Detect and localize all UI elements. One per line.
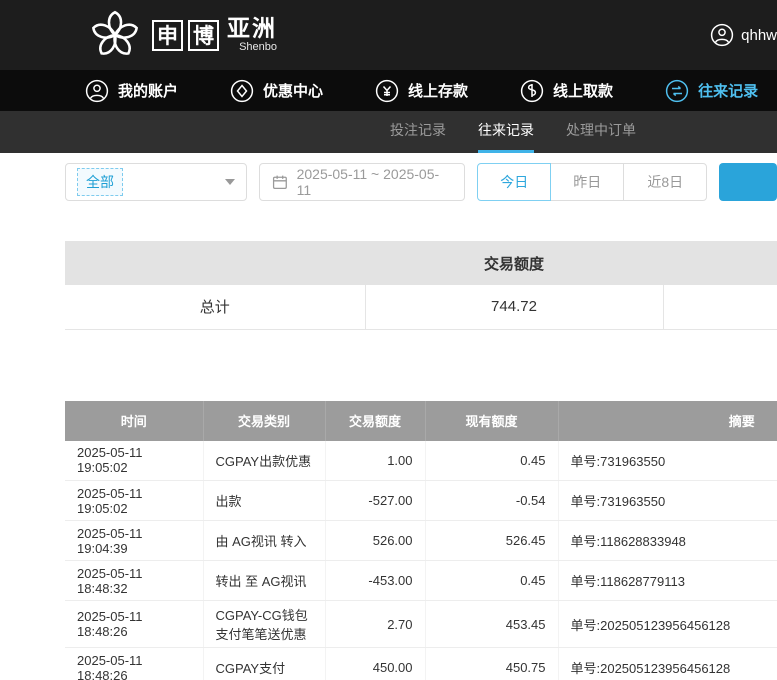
nav-item-label: 往来记录 [698,80,758,101]
table-row: 2025-05-11 18:48:32 转出 至 AG视讯 -453.00 0.… [65,561,777,601]
nav-item-label: 线上取款 [553,80,613,101]
col-header-time: 时间 [65,401,203,441]
type-select[interactable]: 全部 [65,163,247,201]
username: qhhw [741,27,777,44]
cell-time: 2025-05-11 18:48:26 [65,601,203,648]
lotus-logo-icon [88,8,142,62]
nav-item-transaction-records[interactable]: 往来记录 [665,79,758,103]
summary-header-row: 交易额度 [65,241,777,285]
cell-balance: 450.75 [425,648,558,680]
cell-summary: 单号:202505123956456128 [558,648,777,680]
account-icon [85,79,109,103]
main-nav: 我的账户 优惠中心 线上存款 线上取款 往来记录 [0,70,777,111]
user-icon [710,23,734,47]
cell-balance: -0.54 [425,481,558,521]
logo-region: 亚洲 Shenbo [227,17,277,53]
col-header-balance: 现有额度 [425,401,558,441]
cell-type: 由 AG视讯 转入 [203,521,325,561]
col-header-amount: 交易额度 [325,401,425,441]
cell-time: 2025-05-11 19:05:02 [65,481,203,521]
cell-amount: 2.70 [325,601,425,648]
cell-type: 出款 [203,481,325,521]
brand-logo[interactable]: 申 博 亚洲 Shenbo [88,8,277,62]
logo-subtitle: Shenbo [227,42,277,53]
cell-amount: 450.00 [325,648,425,680]
cell-balance: 0.45 [425,441,558,481]
table-row: 2025-05-11 18:48:26 CGPAY支付 450.00 450.7… [65,648,777,680]
sub-nav: 投注记录 往来记录 处理中订单 [0,111,777,153]
cell-amount: -527.00 [325,481,425,521]
filter-row: 全部 2025-05-11 ~ 2025-05-11 今日 昨日 近8日 [65,163,777,201]
today-button[interactable]: 今日 [477,163,551,201]
summary-table: 交易额度 总计 744.72 [65,241,777,330]
logo-char-bo: 博 [188,20,219,51]
table-row: 2025-05-11 19:05:02 出款 -527.00 -0.54 单号:… [65,481,777,521]
cell-amount: 526.00 [325,521,425,561]
cell-type: CGPAY-CG钱包支付笔笔送优惠 [203,601,325,648]
cell-summary: 单号:731963550 [558,481,777,521]
cell-summary: 单号:731963550 [558,441,777,481]
col-header-summary: 摘要 [558,401,777,441]
table-row: 2025-05-11 19:04:39 由 AG视讯 转入 526.00 526… [65,521,777,561]
cell-balance: 0.45 [425,561,558,601]
withdrawal-icon [520,79,544,103]
summary-header-empty [65,241,365,285]
cell-summary: 单号:202505123956456128 [558,601,777,648]
cell-summary: 单号:118628833948 [558,521,777,561]
chevron-down-icon [225,179,235,185]
nav-item-withdrawal[interactable]: 线上取款 [520,79,613,103]
cell-balance: 453.45 [425,601,558,648]
summary-row: 总计 744.72 [65,285,777,329]
nav-item-promotions[interactable]: 优惠中心 [230,79,323,103]
cell-type: CGPAY支付 [203,648,325,680]
type-select-value: 全部 [77,168,123,196]
table-row: 2025-05-11 18:48:26 CGPAY-CG钱包支付笔笔送优惠 2.… [65,601,777,648]
summary-header-empty [663,241,777,285]
cell-summary: 单号:118628779113 [558,561,777,601]
promotions-icon [230,79,254,103]
tab-processing-orders[interactable]: 处理中订单 [566,111,636,153]
table-row: 2025-05-11 19:05:02 CGPAY出款优惠 1.00 0.45 … [65,441,777,481]
nav-item-label: 我的账户 [118,80,178,101]
cell-time: 2025-05-11 19:04:39 [65,521,203,561]
col-header-type: 交易类别 [203,401,325,441]
summary-total-label: 总计 [65,285,365,329]
logo-region-text: 亚洲 [227,15,277,41]
records-table: 时间 交易类别 交易额度 现有额度 摘要 2025-05-11 19:05:02… [65,401,777,680]
yesterday-button[interactable]: 昨日 [550,163,624,201]
deposit-icon [375,79,399,103]
quick-date-buttons: 今日 昨日 近8日 [477,163,707,201]
search-button[interactable] [719,163,777,201]
date-range-input[interactable]: 2025-05-11 ~ 2025-05-11 [259,163,465,201]
cell-balance: 526.45 [425,521,558,561]
nav-item-my-account[interactable]: 我的账户 [85,79,178,103]
summary-empty-cell [663,285,777,329]
user-menu[interactable]: qhhw [710,23,777,47]
calendar-icon [272,174,288,190]
cell-time: 2025-05-11 19:05:02 [65,441,203,481]
cell-amount: -453.00 [325,561,425,601]
summary-total-value: 744.72 [365,285,663,329]
cell-type: 转出 至 AG视讯 [203,561,325,601]
date-range-value: 2025-05-11 ~ 2025-05-11 [297,166,453,198]
cell-type: CGPAY出款优惠 [203,441,325,481]
last-8-days-button[interactable]: 近8日 [623,163,707,201]
nav-item-label: 线上存款 [408,80,468,101]
cell-amount: 1.00 [325,441,425,481]
nav-item-deposit[interactable]: 线上存款 [375,79,468,103]
cell-time: 2025-05-11 18:48:32 [65,561,203,601]
cell-time: 2025-05-11 18:48:26 [65,648,203,680]
records-icon [665,79,689,103]
summary-header-amount: 交易额度 [365,241,663,285]
top-header: 申 博 亚洲 Shenbo qhhw [0,0,777,70]
tab-bet-records[interactable]: 投注记录 [390,111,446,153]
tab-transaction-records[interactable]: 往来记录 [478,111,534,153]
records-header-row: 时间 交易类别 交易额度 现有额度 摘要 [65,401,777,441]
nav-item-label: 优惠中心 [263,80,323,101]
logo-char-shen: 申 [152,20,183,51]
